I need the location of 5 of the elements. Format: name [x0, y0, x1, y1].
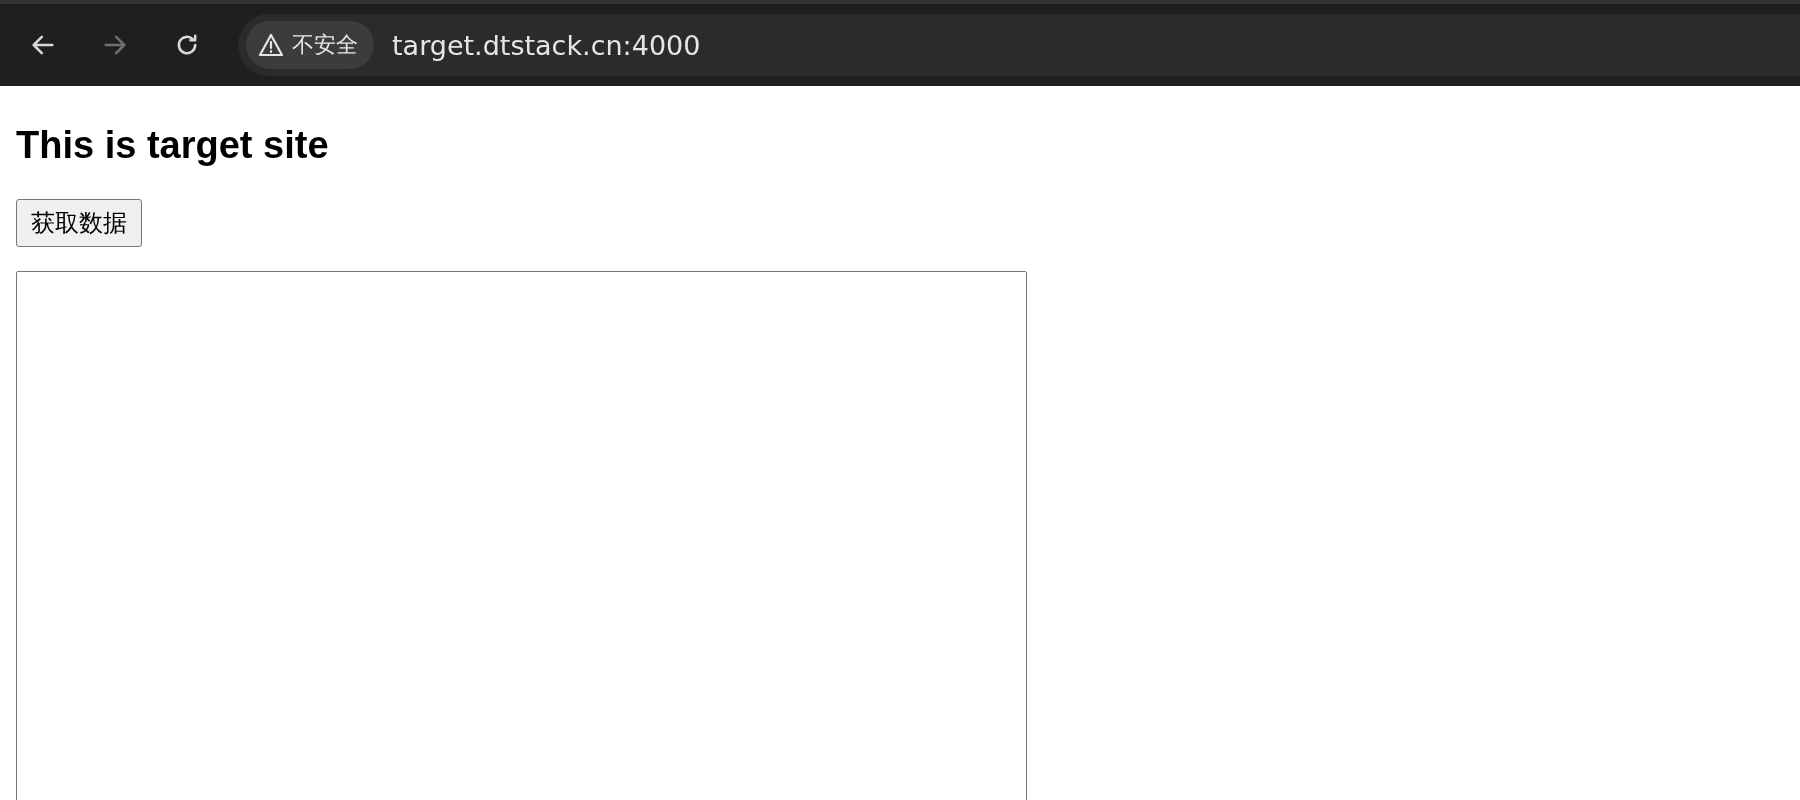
- fetch-data-button[interactable]: 获取数据: [16, 198, 142, 247]
- url-field[interactable]: target.dtstack.cn:4000: [390, 28, 994, 62]
- security-chip[interactable]: 不安全: [246, 21, 374, 69]
- page-heading: This is target site: [16, 123, 330, 168]
- warning-icon: [258, 33, 284, 57]
